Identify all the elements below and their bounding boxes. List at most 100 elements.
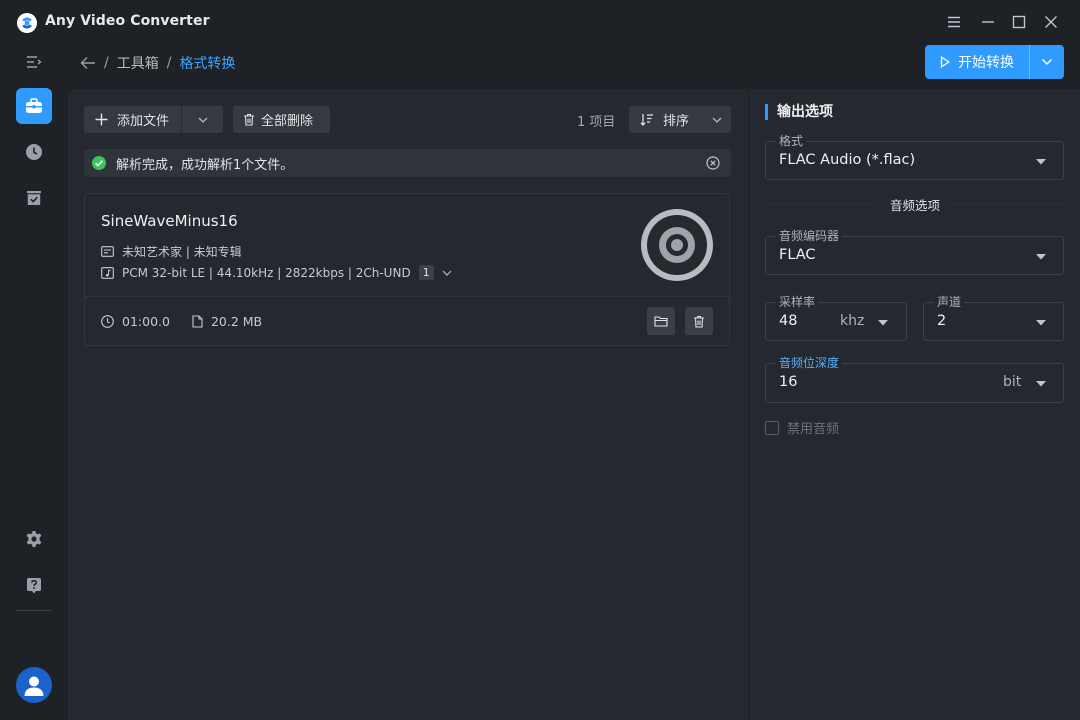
add-files-button[interactable]: 添加文件 — [84, 106, 181, 133]
file-icon — [192, 315, 203, 328]
app-title: Any Video Converter — [45, 13, 210, 29]
maximize-icon[interactable] — [1009, 12, 1029, 32]
parse-success-notice: 解析完成，成功解析1个文件。 — [84, 149, 731, 177]
file-list-panel — [68, 89, 748, 720]
disable-audio-option: 禁用音频 — [765, 418, 839, 437]
sidebar-collapse-icon[interactable] — [16, 44, 52, 80]
open-folder-button[interactable] — [647, 307, 675, 335]
channel-select[interactable]: 声道 2 — [923, 294, 1064, 341]
add-files-split-button: 添加文件 — [84, 106, 223, 133]
caret-down-icon — [878, 320, 888, 326]
album-info-icon — [101, 246, 114, 257]
avatar[interactable] — [16, 667, 52, 703]
plus-icon — [95, 113, 108, 126]
section-line — [765, 203, 877, 204]
sidebar-item-toolbox[interactable] — [16, 88, 52, 124]
breadcrumb-current: 格式转换 — [179, 56, 236, 72]
close-notice-icon[interactable] — [706, 156, 720, 170]
file-card[interactable]: SineWaveMinus16 未知艺术家 | 未知专辑 PCM 32-bit … — [84, 193, 730, 346]
stream-dropdown-icon[interactable] — [442, 270, 452, 276]
disable-audio-label: 禁用音频 — [787, 422, 840, 437]
channel-label: 声道 — [934, 294, 965, 310]
sample-rate-unit: khz — [840, 313, 865, 329]
folder-icon — [654, 315, 668, 327]
sort-label: 排序 — [663, 114, 690, 129]
menu-icon[interactable] — [944, 12, 964, 32]
title-bar: Any Video Converter — [0, 0, 1080, 44]
audio-codec-select[interactable]: 音频编码器 FLAC — [765, 228, 1064, 275]
add-files-dropdown[interactable] — [182, 117, 223, 123]
chevron-down-icon — [1041, 58, 1053, 66]
audio-options-title: 音频选项 — [890, 198, 941, 213]
delete-all-label: 全部删除 — [261, 114, 314, 129]
disable-audio-checkbox[interactable] — [765, 420, 779, 435]
format-label: 格式 — [776, 133, 807, 149]
sort-button[interactable]: 排序 — [629, 106, 731, 133]
task-box-icon — [26, 190, 42, 206]
bit-depth-value: 16 — [779, 374, 798, 390]
start-convert-button[interactable]: 开始转换 — [925, 45, 1029, 79]
output-options-panel — [749, 89, 1080, 720]
notice-text: 解析完成，成功解析1个文件。 — [116, 157, 294, 173]
gear-icon — [25, 530, 43, 548]
output-options-title: 输出选项 — [765, 104, 833, 120]
file-size-text: 20.2 MB — [210, 314, 263, 329]
check-circle-icon — [92, 156, 106, 170]
start-convert-split-button: 开始转换 — [925, 45, 1064, 79]
file-name: SineWaveMinus16 — [101, 212, 238, 230]
trash-icon — [243, 113, 255, 126]
app-logo-icon — [17, 13, 37, 33]
sort-icon — [640, 113, 654, 126]
codec-label: 音频编码器 — [776, 228, 843, 244]
chevron-down-icon — [712, 117, 722, 123]
breadcrumb: / 工具箱 / 格式转换 — [80, 52, 235, 74]
back-arrow-icon[interactable] — [80, 56, 96, 70]
start-convert-label: 开始转换 — [958, 55, 1014, 71]
delete-file-button[interactable] — [685, 307, 713, 335]
breadcrumb-separator: / — [104, 55, 109, 71]
section-line — [952, 203, 1064, 204]
sidebar-divider — [16, 610, 52, 611]
sample-rate-select[interactable]: 采样率 48 khz — [765, 294, 907, 341]
sidebar — [0, 44, 68, 720]
sample-rate-label: 采样率 — [776, 294, 819, 310]
bit-depth-unit: bit — [1003, 374, 1022, 390]
clock-icon — [101, 315, 114, 328]
delete-all-button[interactable]: 全部删除 — [233, 106, 330, 133]
duration-text: 01:00.0 — [122, 314, 170, 329]
sidebar-item-history[interactable] — [16, 134, 52, 170]
file-meta-row: 未知艺术家 | 未知专辑 — [101, 243, 242, 260]
caret-down-icon — [1036, 254, 1046, 260]
file-audio-row: PCM 32-bit LE | 44.10kHz | 2822kbps | 2C… — [101, 265, 452, 280]
format-select[interactable]: 格式 FLAC Audio (*.flac) — [765, 133, 1064, 180]
duration-item: 01:00.0 — [101, 314, 170, 329]
item-count: 1 项目 — [577, 115, 616, 130]
add-files-label: 添加文件 — [117, 114, 170, 129]
bit-depth-select[interactable]: 音频位深度 16 bit — [765, 355, 1064, 403]
card-divider — [85, 296, 729, 297]
sidebar-item-tasks[interactable] — [16, 180, 52, 216]
play-icon — [940, 56, 950, 68]
close-icon[interactable] — [1041, 12, 1061, 32]
caret-down-icon — [1036, 320, 1046, 326]
breadcrumb-toolbox[interactable]: 工具箱 — [117, 53, 159, 73]
sidebar-item-settings[interactable] — [16, 521, 52, 557]
trash-icon — [693, 315, 705, 328]
breadcrumb-separator: / — [166, 55, 172, 71]
file-footer: 01:00.0 20.2 MB — [101, 314, 284, 329]
bit-depth-label: 音频位深度 — [776, 355, 843, 371]
sidebar-item-help[interactable] — [16, 567, 52, 603]
stream-count-badge: 1 — [418, 265, 434, 280]
start-options-dropdown[interactable] — [1030, 45, 1064, 79]
help-icon — [26, 577, 42, 594]
caret-down-icon — [1036, 381, 1046, 387]
toolbox-icon — [25, 98, 43, 114]
sample-rate-value: 48 — [779, 313, 798, 329]
minimize-icon[interactable] — [978, 12, 998, 32]
clock-icon — [25, 143, 43, 161]
audio-info-text: PCM 32-bit LE | 44.10kHz | 2822kbps | 2C… — [122, 265, 411, 280]
audio-disc-thumbnail — [641, 209, 713, 281]
chevron-down-icon — [198, 117, 208, 123]
codec-value: FLAC — [779, 247, 816, 263]
format-value: FLAC Audio (*.flac) — [779, 152, 916, 168]
